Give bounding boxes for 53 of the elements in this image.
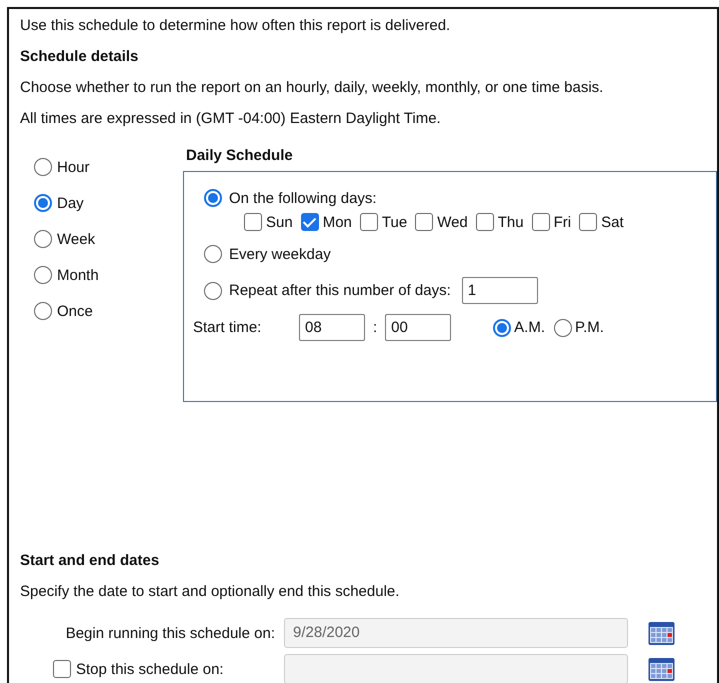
radio-button[interactable] bbox=[204, 282, 222, 300]
section-heading: Start and end dates bbox=[20, 551, 160, 571]
radio-label: Month bbox=[57, 266, 99, 284]
checkbox[interactable] bbox=[532, 213, 550, 231]
radio-label: Hour bbox=[57, 158, 90, 176]
radio-button[interactable] bbox=[554, 318, 572, 336]
radio-button[interactable] bbox=[204, 189, 222, 207]
intro-text: Use this schedule to determine how often this report is delivered. bbox=[20, 16, 452, 36]
radio-label: Once bbox=[57, 302, 93, 320]
description-text: All times are expressed in (GMT -04:00) Eastern Daylight Time. bbox=[20, 109, 442, 129]
radio-label: On the following days: bbox=[229, 190, 377, 206]
checkbox-label: Sun bbox=[266, 214, 293, 230]
checkbox-label: Thu bbox=[498, 214, 524, 230]
radio-button[interactable] bbox=[493, 318, 512, 336]
radio-button[interactable] bbox=[34, 302, 52, 320]
checkbox-label: Fri bbox=[554, 214, 572, 230]
checkbox[interactable] bbox=[476, 213, 494, 231]
radio-label: Every weekday bbox=[229, 246, 331, 262]
radio-button[interactable] bbox=[34, 230, 52, 248]
checkbox-label: Stop this schedule on: bbox=[76, 660, 224, 678]
radio-label: Repeat after this number of days: bbox=[229, 282, 451, 299]
calendar-icon[interactable] bbox=[648, 656, 675, 682]
radio-label: A.M. bbox=[514, 319, 546, 336]
description-text: Specify the date to start and optionally end this schedule. bbox=[20, 582, 400, 602]
calendar-icon[interactable] bbox=[648, 620, 675, 646]
checkbox-label: Mon bbox=[322, 214, 352, 230]
checkbox[interactable] bbox=[300, 213, 319, 231]
radio-button[interactable] bbox=[34, 266, 52, 284]
checkbox[interactable] bbox=[360, 213, 378, 231]
radio-label: Week bbox=[57, 230, 96, 248]
radio-button[interactable] bbox=[204, 245, 222, 263]
radio-label: Day bbox=[57, 194, 84, 212]
checkbox[interactable] bbox=[415, 213, 434, 231]
panel-title: Daily Schedule bbox=[186, 147, 294, 166]
checkbox-label: Tue bbox=[382, 214, 408, 230]
description-text: Choose whether to run the report on an hourly, daily, weekly, monthly, or one time basis. bbox=[20, 78, 604, 98]
checkbox[interactable] bbox=[244, 213, 262, 231]
radio-label: P.M. bbox=[575, 319, 604, 336]
section-heading: Schedule details bbox=[20, 47, 140, 67]
input-field[interactable]: 00 bbox=[385, 314, 452, 341]
field-label: Start time: bbox=[193, 319, 262, 336]
input-field[interactable]: 08 bbox=[299, 314, 365, 341]
radio-button[interactable] bbox=[34, 158, 52, 176]
checkbox[interactable] bbox=[53, 660, 71, 678]
radio-button[interactable] bbox=[34, 194, 52, 212]
checkbox[interactable] bbox=[579, 213, 598, 231]
date-field[interactable]: 9/28/2020 bbox=[284, 618, 628, 648]
field-label: Begin running this schedule on: bbox=[64, 624, 276, 642]
checkbox-label: Wed bbox=[437, 214, 468, 230]
input-field[interactable]: 1 bbox=[462, 277, 538, 304]
date-field[interactable] bbox=[284, 654, 628, 683]
separator-text: : bbox=[373, 319, 378, 336]
checkbox-label: Sat bbox=[601, 214, 624, 230]
